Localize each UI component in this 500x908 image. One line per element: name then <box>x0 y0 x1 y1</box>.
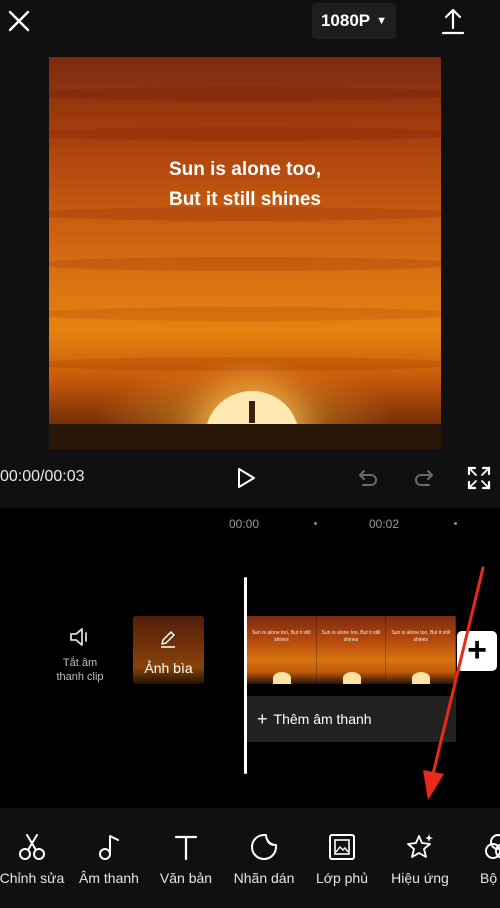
mute-clip-label-line2: thanh clip <box>56 671 104 683</box>
caret-down-icon: ▼ <box>376 15 388 27</box>
tool-label: Văn bản <box>159 870 213 886</box>
tool-label: Hiệu ứng <box>391 870 449 886</box>
plus-icon: + <box>257 708 268 729</box>
resolution-label: 1080P <box>320 11 371 30</box>
music-note-icon <box>99 835 119 860</box>
tower-silhouette <box>249 401 255 423</box>
video-preview[interactable]: Sun is alone too, But it still shines <box>49 57 441 449</box>
mute-clip-label-line1: Tắt âm <box>62 657 98 669</box>
play-button[interactable] <box>234 466 258 490</box>
frame-caption: Sun is alone too, But it still shines <box>321 630 381 643</box>
tool-text[interactable]: Văn bản <box>146 832 226 886</box>
close-icon <box>8 10 30 32</box>
tool-filters[interactable]: Bộ <box>458 832 500 886</box>
ruler-time-1: 00:02 <box>369 517 400 531</box>
ruler-tick <box>454 522 457 525</box>
horizon-strip <box>49 424 441 449</box>
add-audio-button[interactable]: + Thêm âm thanh <box>247 696 456 742</box>
tool-label: Âm thanh <box>79 870 139 886</box>
ruler-time-0: 00:00 <box>229 517 260 531</box>
tool-label: Nhãn dán <box>233 870 295 886</box>
caption-line-1: Sun is alone too, <box>168 159 321 180</box>
tool-audio[interactable]: Âm thanh <box>69 832 149 886</box>
video-clip-track[interactable]: Sun is alone too, But it still shines Su… <box>247 616 457 684</box>
add-clip-button[interactable]: + <box>457 631 497 671</box>
fullscreen-button[interactable] <box>466 465 492 491</box>
tool-edit[interactable]: Chỉnh sửa <box>0 832 72 886</box>
ruler-tick <box>314 522 317 525</box>
play-icon <box>238 468 255 488</box>
clip-frame: Sun is alone too, But it still shines <box>247 616 317 684</box>
sticker-icon <box>251 834 277 860</box>
caption-line-2: But it still shines <box>168 189 322 210</box>
add-audio-label: Thêm âm thanh <box>273 711 372 727</box>
undo-button[interactable] <box>356 466 380 490</box>
tool-effects[interactable]: Hiệu ứng <box>380 832 460 886</box>
tool-overlay[interactable]: Lớp phủ <box>302 832 382 886</box>
tool-label: Bộ <box>480 870 498 886</box>
tool-label: Lớp phủ <box>315 870 368 886</box>
tool-label: Chỉnh sửa <box>0 870 65 886</box>
tool-sticker[interactable]: Nhãn dán <box>224 832 304 886</box>
filter-icon <box>485 834 500 859</box>
export-button[interactable] <box>440 6 466 36</box>
clip-frame: Sun is alone too, But it still shines <box>386 616 457 684</box>
video-caption: Sun is alone too, But it still shines <box>49 155 441 215</box>
pencil-icon <box>161 631 175 648</box>
clip-frame: Sun is alone too, But it still shines <box>316 616 387 684</box>
timecode: 00:00/00:03 <box>0 468 85 485</box>
sparkle-star-icon <box>407 834 433 858</box>
scissors-icon <box>19 834 45 860</box>
overlay-icon <box>329 834 355 860</box>
redo-icon <box>415 470 433 486</box>
frame-caption: Sun is alone too, But it still shines <box>391 630 450 643</box>
mute-clip-button[interactable]: Tắt âm thanh clip <box>40 626 120 684</box>
close-button[interactable] <box>6 8 32 34</box>
resolution-dropdown[interactable]: 1080P ▼ <box>312 3 396 39</box>
cover-label: Ảnh bìa <box>144 660 193 676</box>
redo-button[interactable] <box>412 466 436 490</box>
fullscreen-icon <box>467 466 491 490</box>
export-icon <box>441 8 465 35</box>
playhead[interactable] <box>244 577 247 774</box>
cover-thumbnail-button[interactable]: Ảnh bìa <box>133 616 204 684</box>
frame-caption: Sun is alone too, But it still shines <box>252 630 311 643</box>
speaker-icon <box>70 628 87 646</box>
text-icon <box>174 835 198 861</box>
undo-icon <box>359 470 377 486</box>
